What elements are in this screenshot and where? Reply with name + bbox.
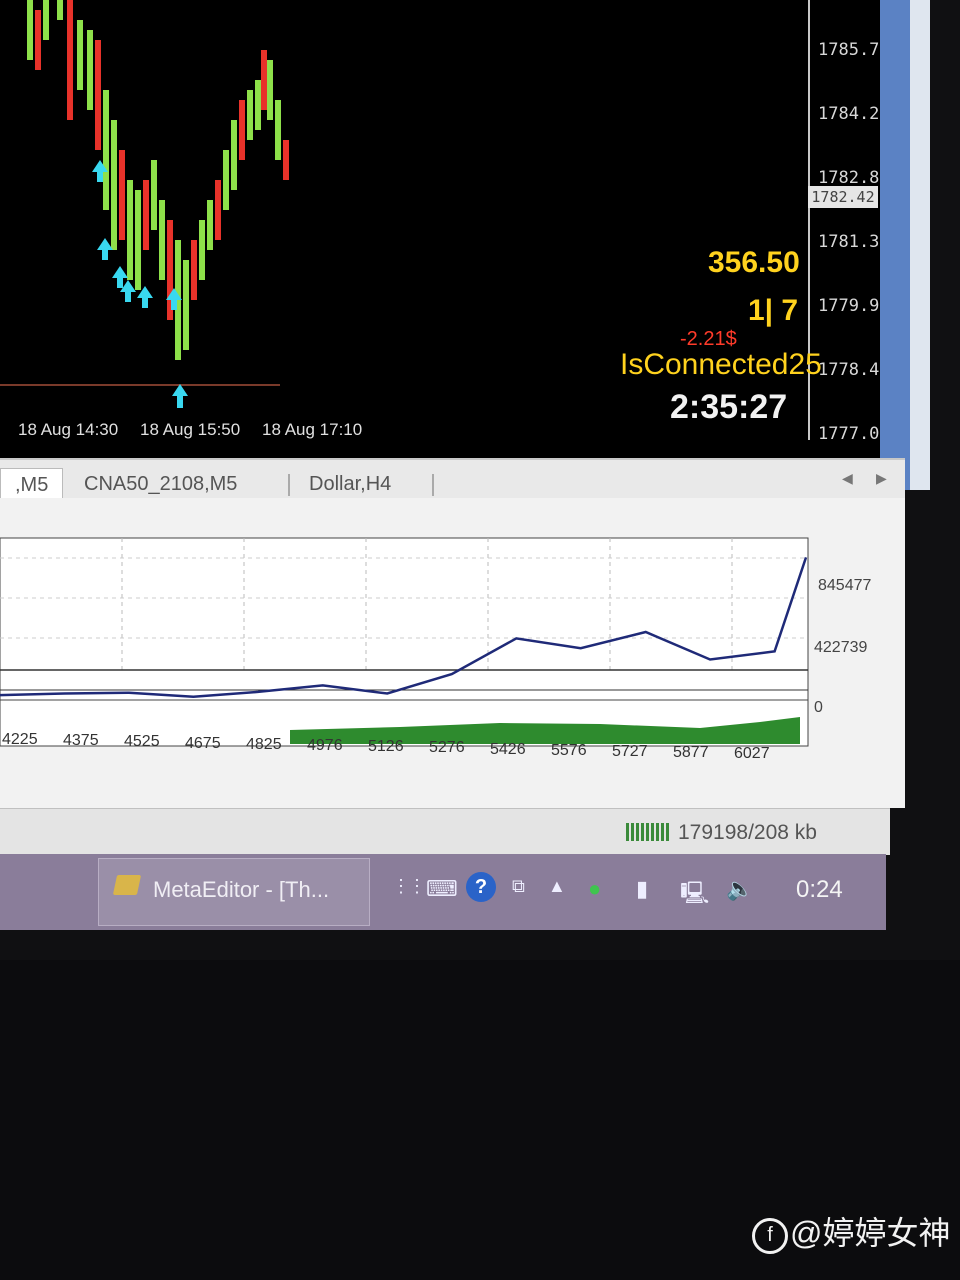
tab-cna50[interactable]: CNA50_2108,M5 xyxy=(70,468,251,500)
price-chart-window[interactable]: 1785.70 1784.25 1782.80 1782.42 1781.35 … xyxy=(0,0,890,470)
graph-x-label: 5126 xyxy=(368,738,404,755)
graph-x-label: 6027 xyxy=(734,745,770,762)
candle xyxy=(191,240,197,300)
price-tick: 1785.70 xyxy=(818,40,890,60)
candle xyxy=(215,180,221,240)
candle xyxy=(207,200,213,250)
taskbar-button-label: MetaEditor - [Th... xyxy=(153,877,330,902)
candle xyxy=(27,0,33,60)
price-tick: 1781.35 xyxy=(818,232,890,252)
traffic-counter: 179198/208 kb xyxy=(678,821,817,844)
graph-x-label: 4976 xyxy=(307,737,343,754)
candle xyxy=(283,140,289,180)
candle xyxy=(275,100,281,160)
tab-dollar[interactable]: Dollar,H4 xyxy=(295,468,405,500)
taskbar-clock[interactable]: 0:24 xyxy=(796,876,843,904)
price-tick: 1778.45 xyxy=(818,360,890,380)
candle xyxy=(43,0,49,40)
time-tick: 18 Aug 17:10 xyxy=(262,420,363,439)
show-hidden-icons-icon[interactable]: ▲ xyxy=(548,876,566,897)
graph-x-label: 4525 xyxy=(124,733,160,750)
price-tick: 1782.80 xyxy=(818,168,890,188)
balance-graph: 845477 422739 0 4225 4375 4525 4675 4825 4976… xyxy=(0,537,871,762)
candle xyxy=(127,180,133,280)
candle xyxy=(135,190,141,290)
window-frame xyxy=(880,0,910,490)
tab-chart-1[interactable]: ,M5 xyxy=(0,468,64,501)
window-border xyxy=(910,0,930,490)
candle xyxy=(151,160,157,230)
connection-suffix: 25 xyxy=(788,348,822,381)
candle xyxy=(261,50,267,110)
price-tick: 1784.25 xyxy=(818,104,890,124)
candle xyxy=(103,90,109,210)
wechat-icon[interactable]: ● xyxy=(588,876,601,902)
candle xyxy=(255,80,261,130)
graph-x-label: 5576 xyxy=(551,742,587,759)
taskbar: MetaEditor - [Th... ⋮⋮ ⌨ ? ⧉ ▲ ● ▮ 🖳 🔈 0… xyxy=(0,854,886,930)
tab-scroll-right-icon[interactable]: ▶ xyxy=(876,470,887,487)
candle xyxy=(143,180,149,250)
overlay-ratio: 1| 7 xyxy=(748,294,799,327)
candle xyxy=(183,260,189,350)
watermark-text: @婷婷女神 xyxy=(790,1215,951,1251)
candle xyxy=(77,20,83,90)
graph-x-label: 4675 xyxy=(185,735,221,752)
connection-label: IsConnected xyxy=(620,348,789,381)
tab-separator xyxy=(288,474,290,496)
connection-bars-icon xyxy=(626,823,670,841)
chart-tab-bar: ,M5 CNA50_2108,M5 Dollar,H4 ◀ ▶ xyxy=(0,458,905,501)
keyboard-icon[interactable]: ⌨ xyxy=(426,876,458,902)
graph-x-label: 5276 xyxy=(429,739,465,756)
graph-y-label: 0 xyxy=(814,699,823,716)
candle xyxy=(231,120,237,190)
candle xyxy=(119,150,125,240)
volume-icon[interactable]: 🔈 xyxy=(726,876,753,902)
candle xyxy=(159,200,165,280)
graph-x-label: 5426 xyxy=(490,741,526,758)
time-tick: 18 Aug 15:50 xyxy=(140,420,241,439)
candle xyxy=(57,0,63,20)
candle xyxy=(239,100,245,160)
network-icon[interactable]: 🖳 xyxy=(680,876,709,914)
candle xyxy=(35,10,41,70)
overlay-connection-status: IsConnected25 xyxy=(620,348,822,382)
current-price-tag: 1782.42 xyxy=(808,186,878,208)
time-tick: 18 Aug 14:30 xyxy=(18,420,119,439)
candle xyxy=(267,60,273,120)
tester-graph-panel: 845477 422739 0 4225 4375 4525 4675 4825 4976… xyxy=(0,498,905,808)
taskbar-grip-icon: ⋮⋮ xyxy=(392,876,426,896)
bar-countdown: 2:35:27 xyxy=(670,388,788,426)
graph-x-label: 4375 xyxy=(63,732,99,749)
price-tick: 1779.90 xyxy=(818,296,890,316)
graph-x-label: 4225 xyxy=(2,731,38,748)
graph-y-label: 422739 xyxy=(814,639,867,656)
status-bar: 179198/208 kb xyxy=(0,808,890,855)
tab-scroll-left-icon[interactable]: ◀ xyxy=(842,470,853,487)
graph-x-label: 5877 xyxy=(673,744,709,761)
candle xyxy=(223,150,229,210)
power-icon[interactable]: ▮ xyxy=(636,876,648,902)
metaeditor-icon xyxy=(112,875,142,895)
graph-y-label: 845477 xyxy=(818,577,871,594)
taskbar-metaeditor-button[interactable]: MetaEditor - [Th... xyxy=(98,858,370,926)
candle xyxy=(95,40,101,150)
graph-x-label: 5727 xyxy=(612,743,648,760)
restore-icon[interactable]: ⧉ xyxy=(512,876,525,897)
candle xyxy=(87,30,93,110)
candle xyxy=(111,120,117,250)
graph-x-label: 4825 xyxy=(246,736,282,753)
overlay-profit: 356.50 xyxy=(708,246,800,279)
candle xyxy=(247,90,253,140)
watermark: f @婷婷女神 xyxy=(752,1208,951,1254)
help-icon[interactable]: ? xyxy=(466,872,496,902)
monitor-screen: 1785.70 1784.25 1782.80 1782.42 1781.35 … xyxy=(0,0,960,960)
tab-separator xyxy=(432,474,434,496)
price-tick: 1777.00 xyxy=(818,424,890,444)
watermark-logo-icon: f xyxy=(752,1217,788,1254)
candle xyxy=(67,0,73,120)
candle xyxy=(199,220,205,280)
